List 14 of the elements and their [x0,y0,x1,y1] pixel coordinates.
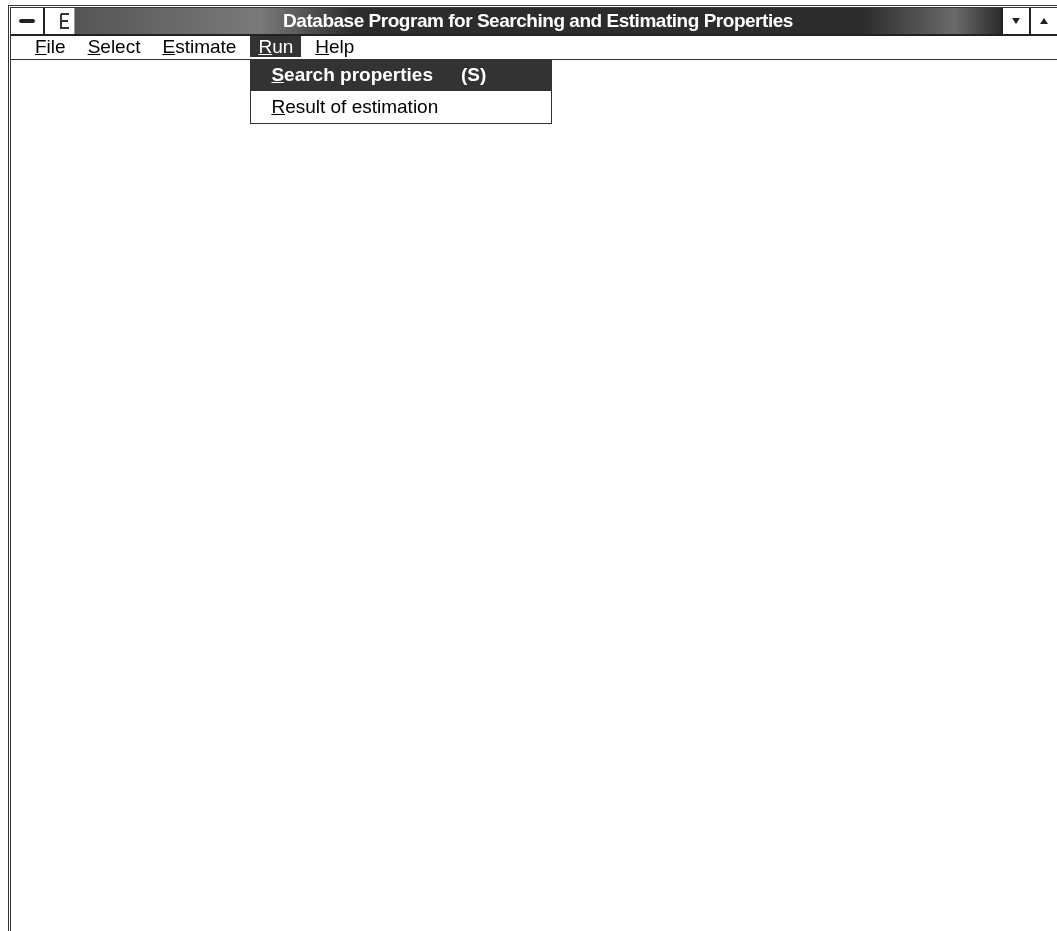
dropdown-menu-item[interactable]: Result of estimation [251,91,552,124]
menu-item[interactable]: File [27,36,74,58]
menu-item[interactable]: Run [250,36,302,58]
menu-item-label: Result of estimation [271,95,439,119]
menu-item[interactable]: Help [307,36,363,58]
up-arrow-icon [1040,18,1048,24]
window-title: Database Program for Searching and Estimating Properties [283,8,793,33]
minus-icon [19,19,35,23]
dropdown-menu-item[interactable]: Search properties (S) [251,59,552,92]
menu-item-label: Search properties [271,63,433,87]
menu-item[interactable]: Estimate [154,36,245,58]
shortcut-label: (S) [461,63,487,87]
menu-item[interactable]: Select [79,36,149,58]
down-arrow-icon [1012,18,1020,24]
